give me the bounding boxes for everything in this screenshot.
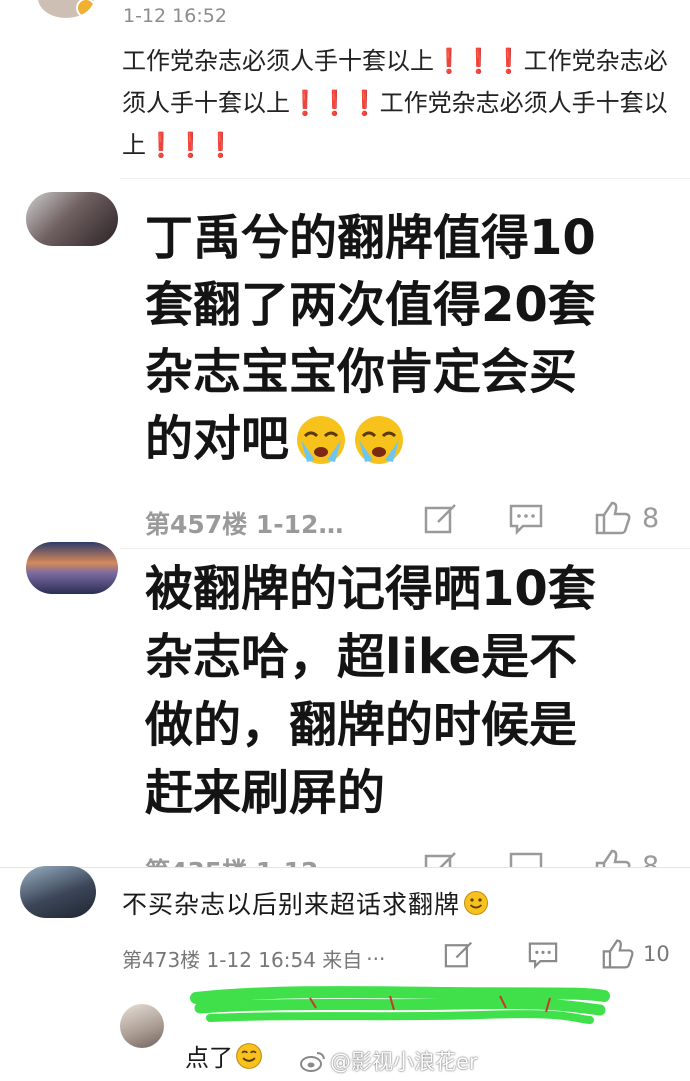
comment-text-line: 做的，翻牌的时候是	[145, 697, 578, 753]
comment-text-line: 丁禹兮的翻牌值得10	[145, 210, 596, 266]
comment-text-line: 杂志哈，超like是不	[145, 629, 578, 685]
like-icon	[594, 500, 632, 536]
cut-off-row: 第435楼 1-12… 8	[0, 848, 690, 867]
comment-button[interactable]	[508, 851, 544, 867]
avatar[interactable]	[26, 192, 118, 246]
comment-text-line: 工作党杂志必须人手十套以上	[122, 47, 434, 75]
divider	[120, 548, 690, 549]
comment-text: 被翻牌的记得晒10套 杂志哈，超like是不 做的，翻牌的时候是 赶来刷屏的	[145, 555, 596, 827]
avatar[interactable]	[120, 1004, 164, 1048]
redaction-scribble	[190, 984, 610, 1032]
avatar[interactable]	[38, 0, 94, 18]
avatar[interactable]	[20, 866, 96, 918]
comment-text-line: 杂志宝宝你肯定会买	[145, 344, 578, 400]
avatar[interactable]	[26, 542, 118, 594]
like-icon	[594, 848, 632, 867]
like-count: 8	[642, 850, 660, 868]
share-icon	[444, 940, 474, 968]
comment-icon	[508, 851, 544, 867]
floor-time: 第457楼 1-12…	[145, 510, 344, 539]
weibo-logo-icon	[300, 1050, 326, 1072]
comment-icon	[508, 503, 544, 535]
crying-emoji-icon	[293, 412, 349, 468]
comment-button[interactable]	[527, 941, 559, 969]
like-button[interactable]: 10	[601, 938, 670, 970]
comment-text-line: 套翻了两次值得20套	[145, 277, 596, 333]
comment-text-line: 工作党杂志必	[523, 47, 668, 75]
like-button[interactable]: 8	[594, 848, 659, 867]
comment-text-line: 被翻牌的记得晒10套	[145, 561, 596, 617]
verified-badge-icon	[76, 0, 94, 18]
watermark-text: @影视小浪花er	[330, 1050, 478, 1074]
share-button[interactable]	[444, 940, 474, 968]
smile-emoji-icon	[463, 890, 489, 916]
share-icon	[424, 850, 458, 867]
like-count: 10	[643, 942, 670, 966]
comment-meta-row: 第473楼 1-12 16:54 来自 ···	[122, 944, 385, 973]
like-count: 8	[642, 502, 660, 534]
exclamation-icon: ❗❗❗	[146, 131, 236, 159]
comment-time: 1-12 16:52	[123, 5, 227, 27]
divider	[0, 867, 690, 868]
comment-text: 丁禹兮的翻牌值得10 套翻了两次值得20套 杂志宝宝你肯定会买 的对吧	[145, 205, 596, 473]
comment-text-line: 工作党杂志必须人手十套以	[379, 89, 668, 117]
comment-text: 点了	[185, 1038, 263, 1073]
floor-time: 第473楼 1-12 16:54 来自	[122, 948, 363, 972]
comment-text-line: 点了	[185, 1044, 233, 1072]
crying-emoji-icon	[351, 412, 407, 468]
exclamation-icon: ❗❗❗	[290, 89, 380, 117]
comment-text-line: 上	[122, 131, 146, 159]
share-button[interactable]	[424, 502, 458, 534]
like-icon	[601, 938, 635, 970]
exclamation-icon: ❗❗❗	[434, 47, 524, 75]
comment-button[interactable]	[508, 503, 544, 535]
watermark: @影视小浪花er	[300, 1046, 478, 1076]
source-more[interactable]: ···	[366, 947, 385, 971]
floor-time: 第435楼 1-12…	[145, 852, 343, 867]
comment-icon	[527, 941, 559, 969]
comment-text-line-last: 的对吧	[145, 406, 596, 473]
smile-emoji-icon	[235, 1042, 263, 1070]
share-icon	[424, 502, 458, 534]
share-button[interactable]	[424, 850, 458, 867]
comment-text: 工作党杂志必须人手十套以上❗❗❗工作党杂志必 须人手十套以上❗❗❗工作党杂志必须…	[122, 40, 682, 166]
divider	[120, 178, 690, 179]
comment-text-line: 赶来刷屏的	[145, 765, 386, 821]
like-button[interactable]: 8	[594, 500, 659, 536]
comment-text-line: 不买杂志以后别来超话求翻牌	[122, 890, 461, 919]
comment-text-line: 须人手十套以上	[122, 89, 290, 117]
comment-text: 不买杂志以后别来超话求翻牌	[122, 885, 489, 921]
comment-text-line: 的对吧	[145, 411, 290, 467]
